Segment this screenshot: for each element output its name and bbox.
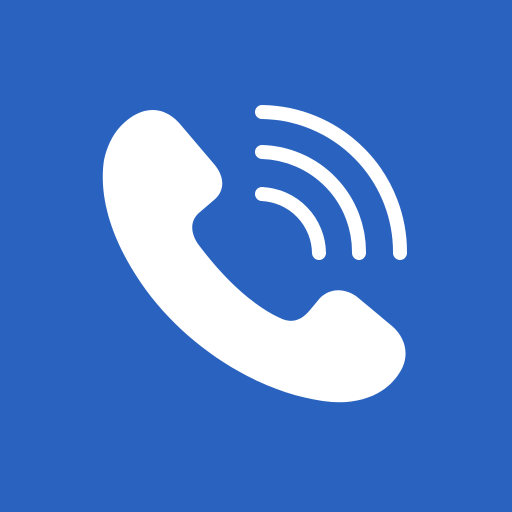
- phone-app-icon[interactable]: [0, 0, 512, 512]
- icon-background: [0, 0, 512, 512]
- phone-call-icon: [0, 0, 512, 512]
